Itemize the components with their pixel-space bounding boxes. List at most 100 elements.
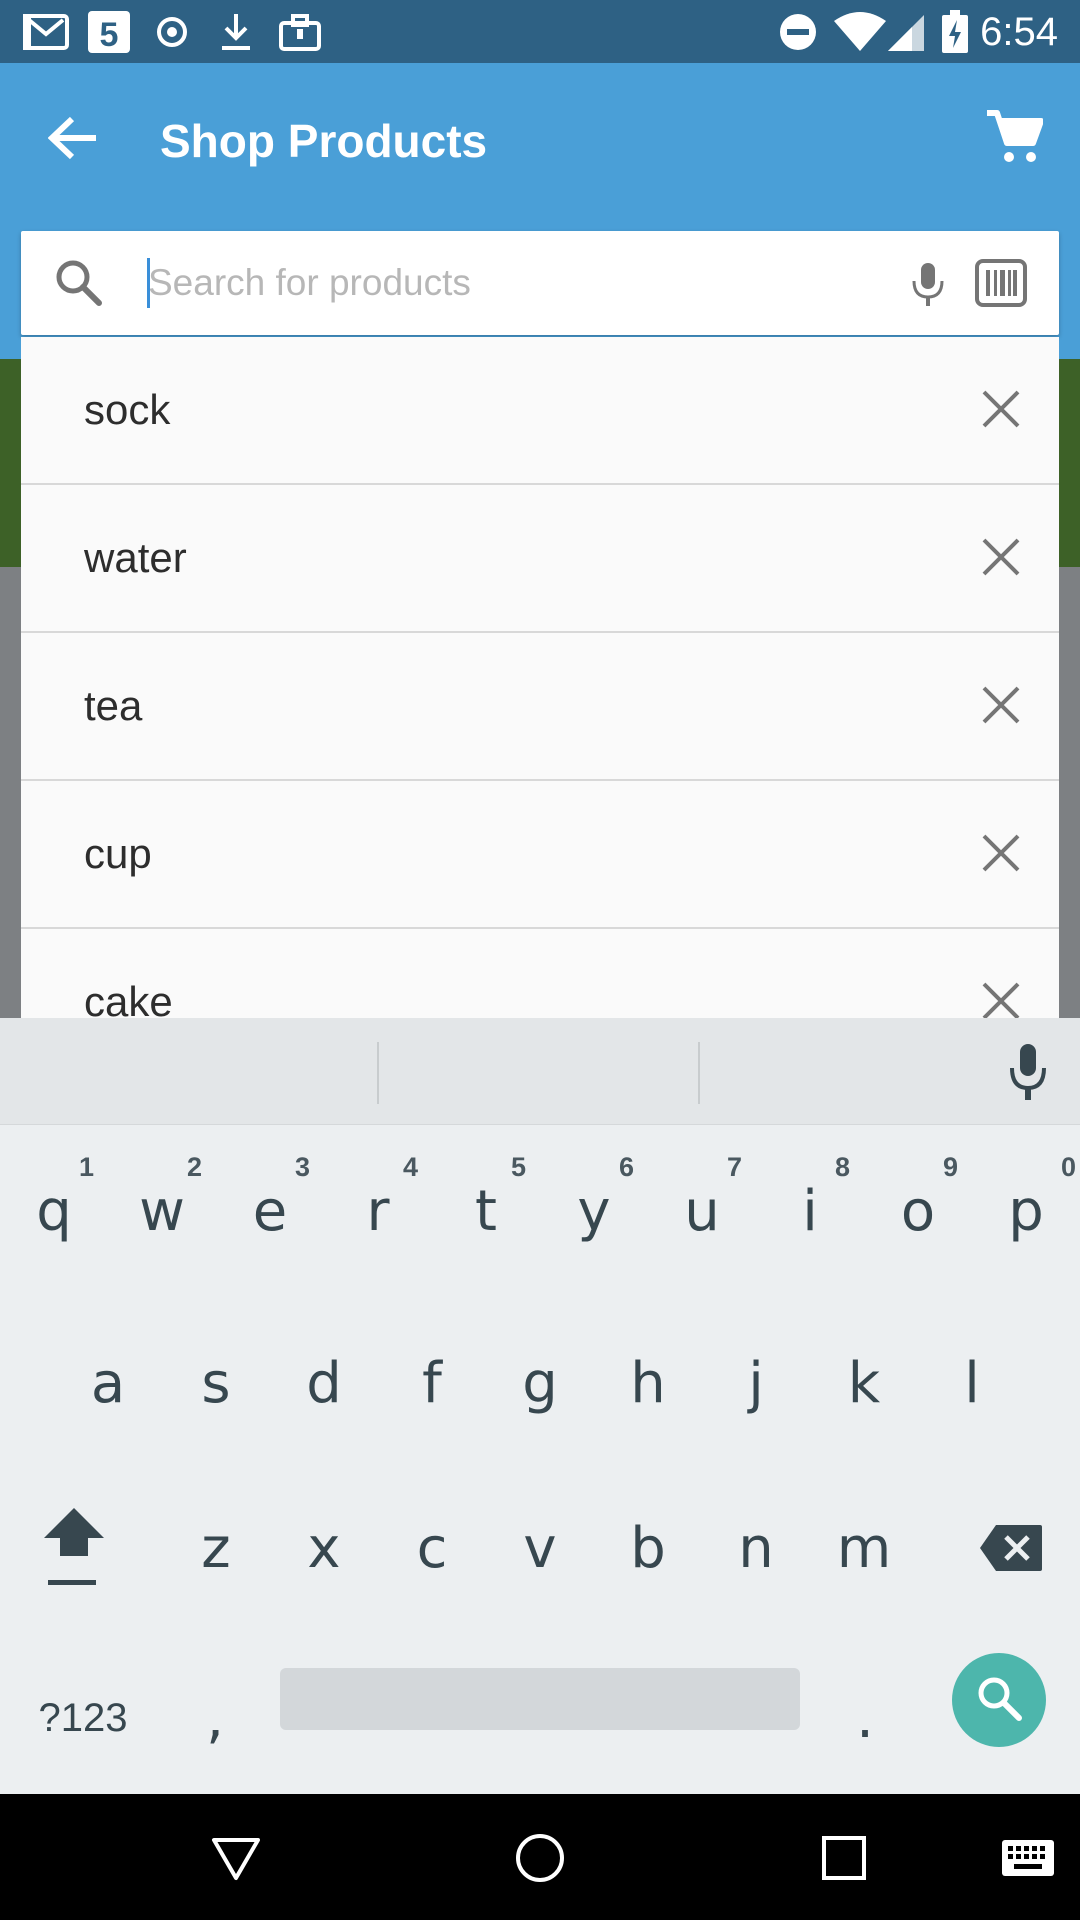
mic-icon[interactable] xyxy=(903,259,953,309)
suggestion-label: water xyxy=(84,534,187,581)
key-hint: 7 xyxy=(726,1152,742,1182)
navigation-bar xyxy=(0,1794,1080,1920)
target-icon xyxy=(154,10,190,54)
key-label: r xyxy=(366,1178,390,1244)
key-hint: 5 xyxy=(510,1152,526,1182)
suggestion-label: sock xyxy=(84,386,171,433)
back-triangle-icon[interactable] xyxy=(200,1822,272,1894)
key-n[interactable]: n xyxy=(702,1473,810,1623)
soft-keyboard: q1 w2 e3 r4 t5 y6 u7 i8 o9 p0 a s d f g … xyxy=(0,1018,1080,1794)
suggestion-label: cup xyxy=(84,830,152,877)
search-bar xyxy=(21,231,1059,335)
key-m[interactable]: m xyxy=(810,1473,918,1623)
status-time: 6:54 xyxy=(980,10,1058,54)
wifi-icon xyxy=(832,10,888,54)
key-hint: 4 xyxy=(402,1152,418,1182)
key-p[interactable]: p0 xyxy=(972,1136,1080,1286)
mic-icon[interactable] xyxy=(1002,1042,1054,1102)
key-label: w xyxy=(139,1178,185,1244)
gmail-icon xyxy=(22,10,70,54)
close-icon[interactable] xyxy=(973,381,1029,437)
suggestion-item[interactable]: water xyxy=(21,485,1059,633)
key-hint: 6 xyxy=(618,1152,634,1182)
key-t[interactable]: t5 xyxy=(432,1136,540,1286)
key-label: u xyxy=(684,1178,720,1244)
key-h[interactable]: h xyxy=(594,1308,702,1458)
svg-text:5: 5 xyxy=(100,16,119,54)
key-f[interactable]: f xyxy=(378,1308,486,1458)
home-circle-icon[interactable] xyxy=(504,1822,576,1894)
briefcase-icon xyxy=(278,10,322,54)
text-cursor xyxy=(147,258,150,308)
search-icon xyxy=(53,257,105,309)
key-w[interactable]: w2 xyxy=(108,1136,216,1286)
key-label: e xyxy=(252,1178,288,1244)
barcode-scanner-icon[interactable] xyxy=(975,259,1027,307)
key-k[interactable]: k xyxy=(810,1308,918,1458)
key-l[interactable]: l xyxy=(918,1308,1026,1458)
comma-key[interactable]: , xyxy=(160,1638,270,1798)
suggestion-label: tea xyxy=(84,682,143,729)
key-label: t xyxy=(475,1178,497,1244)
key-hint: 2 xyxy=(186,1152,202,1182)
calendar-5-icon: 5 xyxy=(86,10,132,54)
recents-square-icon[interactable] xyxy=(808,1822,880,1894)
key-q[interactable]: q1 xyxy=(0,1136,108,1286)
close-icon[interactable] xyxy=(973,825,1029,881)
search-suggestions-list: sock water tea cup cake xyxy=(21,337,1059,1018)
period-key[interactable]: . xyxy=(810,1638,920,1798)
spacebar[interactable] xyxy=(280,1668,800,1730)
signal-icon xyxy=(884,10,928,54)
battery-charging-icon xyxy=(940,10,970,54)
close-icon[interactable] xyxy=(973,677,1029,733)
status-bar: 5 6:54 xyxy=(0,0,1080,63)
key-j[interactable]: j xyxy=(702,1308,810,1458)
key-x[interactable]: x xyxy=(270,1473,378,1623)
key-o[interactable]: o9 xyxy=(864,1136,972,1286)
download-icon xyxy=(218,10,254,54)
key-hint: 1 xyxy=(78,1152,94,1182)
symbols-key[interactable]: ?123 xyxy=(18,1638,148,1798)
key-label: q xyxy=(36,1178,72,1244)
key-s[interactable]: s xyxy=(162,1308,270,1458)
key-y[interactable]: y6 xyxy=(540,1136,648,1286)
search-input[interactable] xyxy=(146,253,868,313)
close-icon[interactable] xyxy=(973,529,1029,585)
key-e[interactable]: e3 xyxy=(216,1136,324,1286)
key-g[interactable]: g xyxy=(486,1308,594,1458)
suggestion-item[interactable]: tea xyxy=(21,633,1059,781)
search-icon xyxy=(973,1672,1025,1729)
close-icon[interactable] xyxy=(973,973,1029,1018)
arrow-back-icon[interactable] xyxy=(40,105,106,171)
backspace-icon[interactable] xyxy=(956,1473,1066,1623)
key-a[interactable]: a xyxy=(54,1308,162,1458)
key-label: y xyxy=(577,1178,611,1244)
do-not-disturb-icon xyxy=(776,10,820,54)
shopping-cart-icon[interactable] xyxy=(976,99,1052,175)
suggestion-label: cake xyxy=(84,978,173,1018)
key-hint: 3 xyxy=(294,1152,310,1182)
key-c[interactable]: c xyxy=(378,1473,486,1623)
page-title: Shop Products xyxy=(160,115,488,167)
key-i[interactable]: i8 xyxy=(756,1136,864,1286)
key-z[interactable]: z xyxy=(162,1473,270,1623)
keyboard-switch-icon[interactable] xyxy=(992,1822,1064,1894)
suggestion-item[interactable]: cup xyxy=(21,781,1059,929)
key-d[interactable]: d xyxy=(270,1308,378,1458)
divider xyxy=(377,1042,379,1104)
suggestion-item[interactable]: sock xyxy=(21,337,1059,485)
search-action-key[interactable] xyxy=(952,1653,1046,1747)
keyboard-suggestion-strip xyxy=(0,1018,1080,1125)
key-hint: 0 xyxy=(1060,1152,1076,1182)
key-r[interactable]: r4 xyxy=(324,1136,432,1286)
key-hint: 9 xyxy=(942,1152,958,1182)
key-b[interactable]: b xyxy=(594,1473,702,1623)
key-label: o xyxy=(900,1178,936,1244)
key-label: i xyxy=(802,1178,818,1244)
key-label: p xyxy=(1008,1178,1044,1244)
key-v[interactable]: v xyxy=(486,1473,594,1623)
suggestion-item[interactable]: cake xyxy=(21,929,1059,1018)
shift-icon[interactable] xyxy=(24,1473,124,1623)
key-u[interactable]: u7 xyxy=(648,1136,756,1286)
key-hint: 8 xyxy=(834,1152,850,1182)
